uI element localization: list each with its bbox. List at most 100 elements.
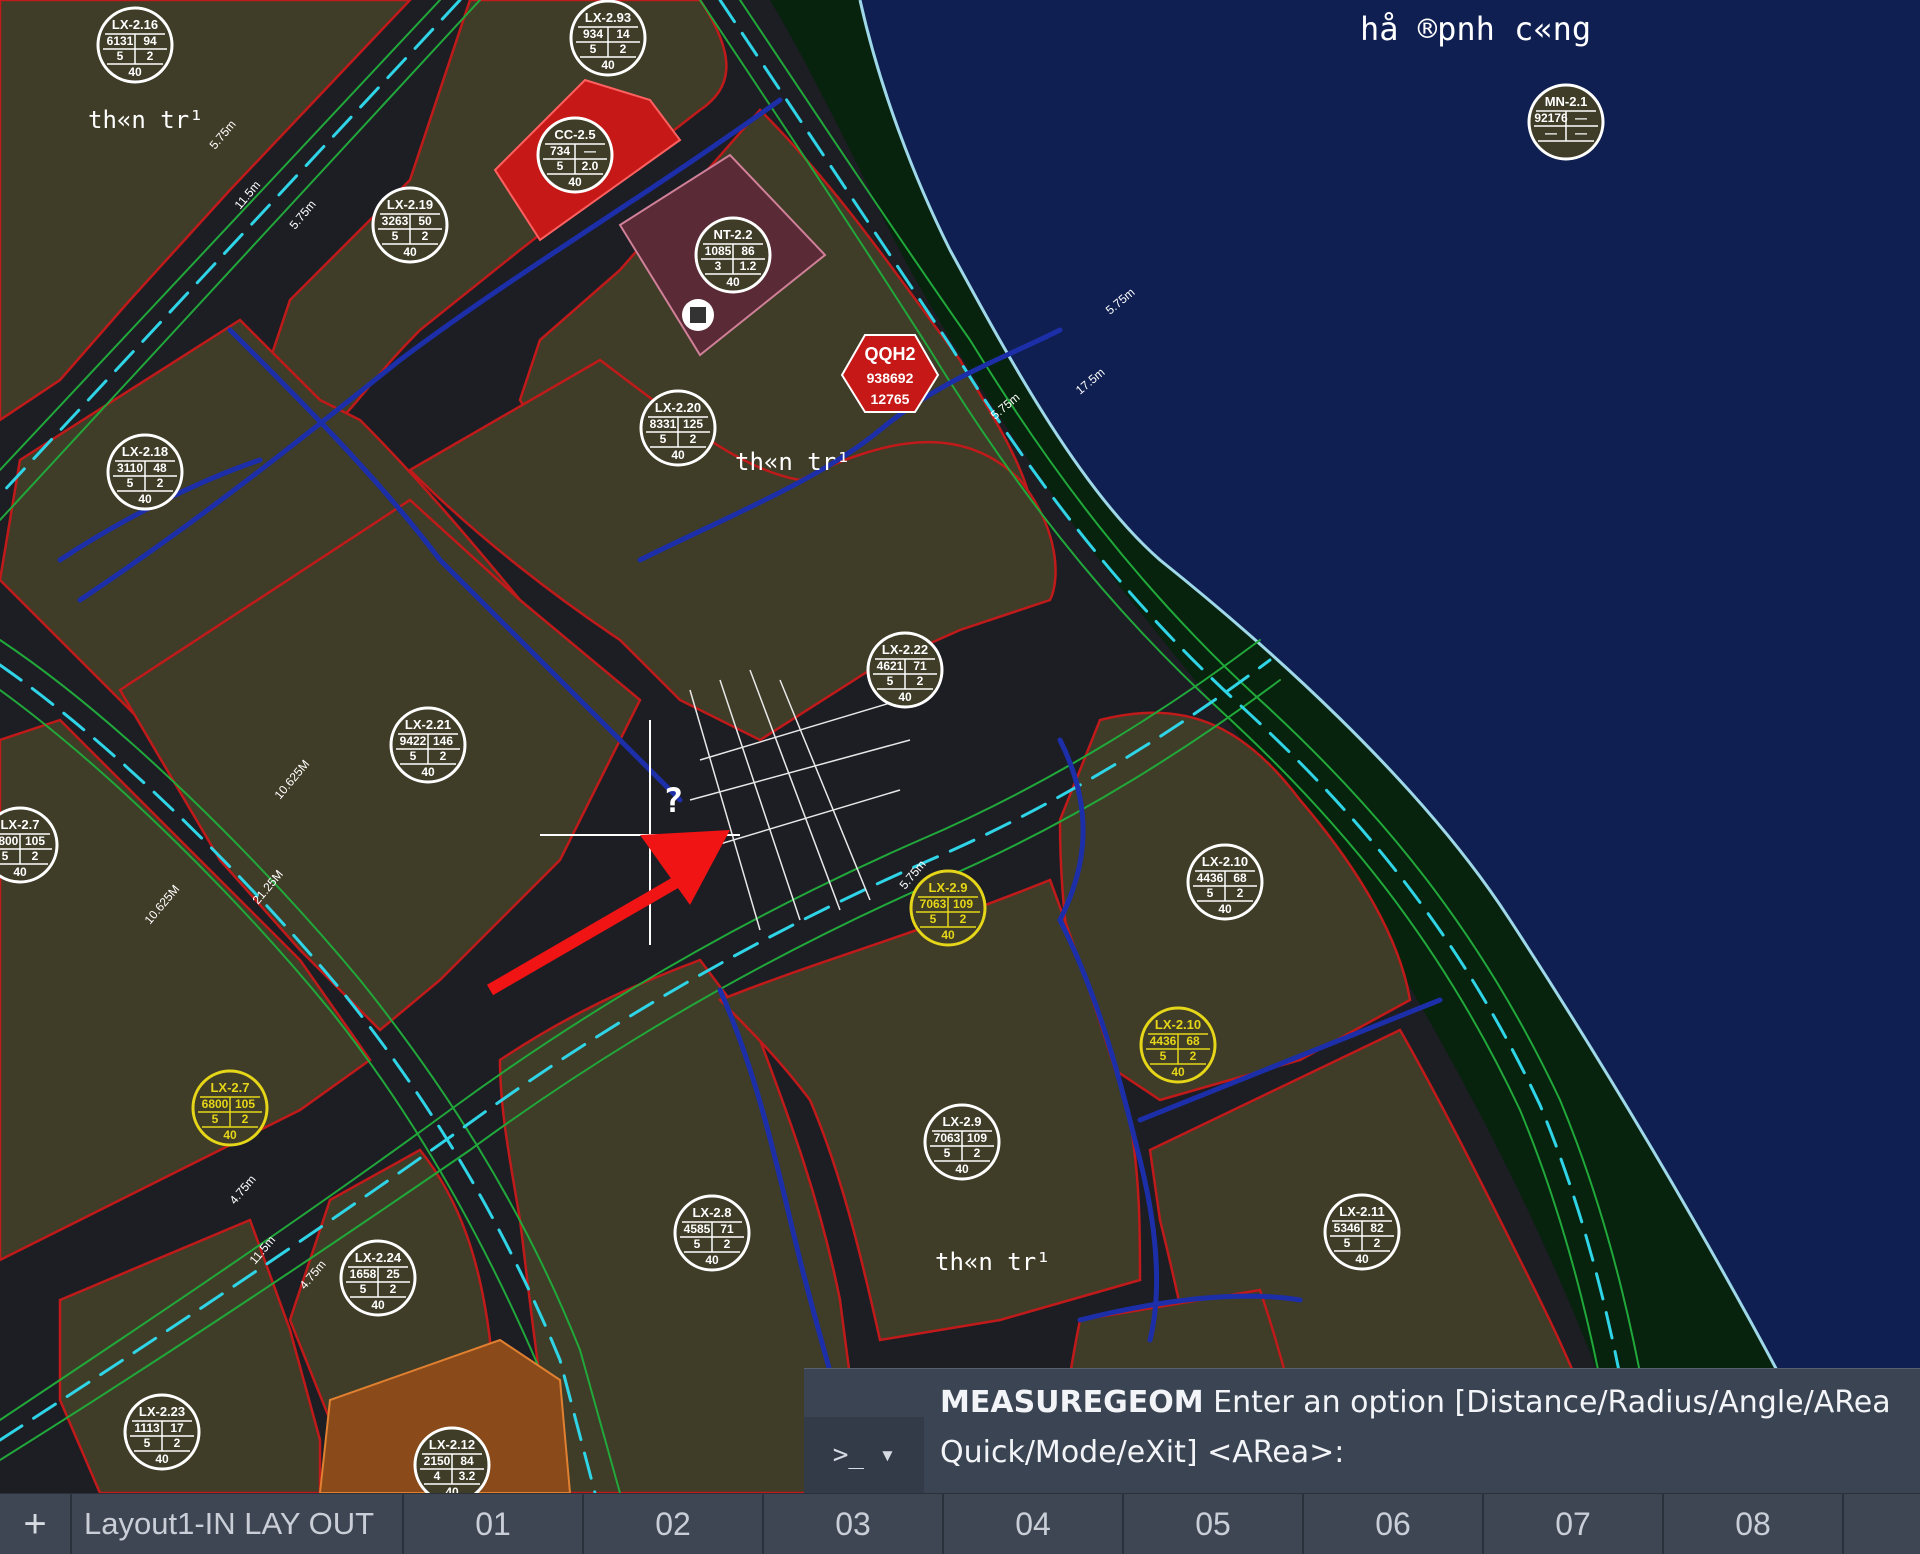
lot-tag-count: 105 [25,834,45,848]
lot-tag-ratio: 2 [440,749,447,763]
command-line-panel[interactable]: >_ ▾ MEASUREGEOM Enter an option [Distan… [804,1368,1920,1494]
lot-tag-count: 68 [1233,871,1247,885]
lot-tag[interactable]: LX-2.22 4621 71 5 2 40 [866,631,944,709]
lot-tag[interactable]: LX-2.24 1658 25 5 2 40 [339,1239,417,1317]
lot-tag[interactable]: LX-2.9 7063 109 5 2 40 [909,869,987,947]
lot-tag[interactable]: LX-2.21 9422 146 5 2 40 [389,706,467,784]
lot-tag-ratio: 2 [620,42,627,56]
lot-tag-ratio: 2 [242,1112,249,1126]
lot-tag-ratio: 2 [422,229,429,243]
lot-tag-ratio: 2 [1190,1049,1197,1063]
command-name: MEASUREGEOM [940,1385,1204,1420]
lot-tag[interactable]: LX-2.19 3263 50 5 2 40 [371,186,449,264]
lot-tag-density: 40 [138,492,152,506]
lot-tag-floors: 5 [392,229,399,243]
lot-tag[interactable]: LX-2.7 6800 105 5 2 40 [0,806,59,884]
lot-tag-area: 734 [550,144,570,158]
lot-tag-density: 40 [726,275,740,289]
lot-tag-id: LX-2.18 [122,444,168,459]
lot-tag[interactable]: LX-2.16 6131 94 5 2 40 [96,6,174,84]
lot-tag-ratio: 2 [1374,1236,1381,1250]
qqh2-value-1: 938692 [867,370,914,386]
tab-02[interactable]: 02 [584,1494,764,1554]
command-options-line2: Quick/Mode/eXit] <ARea>: [940,1435,1345,1470]
lot-tag-floors: 4 [434,1469,441,1483]
lot-tag[interactable]: LX-2.20 8331 125 5 2 40 [639,389,717,467]
lot-tag-density: 40 [155,1452,169,1466]
lot-tag-count: 68 [1186,1034,1200,1048]
village-label: th«n tr¹ [935,1248,1051,1276]
lot-tag-ratio: 2 [147,49,154,63]
lot-tag-floors: 5 [1344,1236,1351,1250]
lot-tag-count: 82 [1370,1221,1384,1235]
lot-tag-floors: 5 [557,159,564,173]
lot-tag-id: LX-2.22 [882,642,928,657]
lot-tag-density: 40 [421,765,435,779]
lot-tag-id: MN-2.1 [1545,94,1588,109]
lot-tag-density: 40 [1218,902,1232,916]
lot-tag[interactable]: NT-2.2 1085 86 3 1.240 [694,216,772,294]
lot-tag-area: 4585 [684,1222,711,1236]
lot-tag-count: 146 [433,734,453,748]
lot-tag-ratio: 2 [974,1146,981,1160]
lot-tag[interactable]: LX-2.7 6800 105 5 2 40 [191,1069,269,1147]
lot-tag-id: LX-2.8 [692,1205,731,1220]
tab-layout1[interactable]: Layout1-IN LAY OUT [72,1494,404,1554]
lot-tag-ratio: 3.2 [459,1469,476,1483]
lot-tag[interactable]: LX-2.23 1113 17 5 2 40 [123,1393,201,1471]
lot-tag-area: 1113 [134,1421,160,1435]
lot-tag-density: 40 [898,690,912,704]
top-right-label: hå ®pnh c«ng [1360,10,1591,48]
lot-tag-density: 40 [223,1128,237,1142]
tab-05[interactable]: 05 [1124,1494,1304,1554]
lot-tag-floors: 5 [887,674,894,688]
lot-tag[interactable]: LX-2.93 934 14 5 2 40 [569,0,647,77]
lot-tag-count: 50 [418,214,432,228]
command-history-line: MEASUREGEOM Enter an option [Distance/Ra… [940,1385,1891,1420]
lot-tag-id: LX-2.16 [112,17,158,32]
lot-tag-ratio: 2 [724,1237,731,1251]
lot-tag-id: LX-2.9 [942,1114,981,1129]
tab-04[interactable]: 04 [944,1494,1124,1554]
lot-tag-area: 7063 [920,897,947,911]
lot-tag-floors: 3 [715,259,722,273]
lot-tag[interactable]: LX-2.11 5346 82 5 2 40 [1323,1193,1401,1271]
tab-07[interactable]: 07 [1484,1494,1664,1554]
lot-tag-density: 40 [13,865,27,879]
tab-01[interactable]: 01 [404,1494,584,1554]
lot-tag-id: LX-2.12 [429,1437,475,1452]
lot-tag-ratio: 1.2 [740,259,757,273]
lot-tag-count: 71 [913,659,927,673]
lot-tag[interactable]: LX-2.8 4585 71 5 2 40 [673,1194,751,1272]
lot-tag-count: 17 [170,1421,184,1435]
lot-tag-density: 40 [445,1485,459,1493]
lot-tag[interactable]: LX-2.9 7063 109 5 2 40 [923,1103,1001,1181]
lot-tag[interactable]: LX-2.12 2150 84 4 3.240 [413,1426,491,1493]
tab-03[interactable]: 03 [764,1494,944,1554]
tab-08[interactable]: 08 [1664,1494,1844,1554]
lot-tag-density: 40 [1355,1252,1369,1266]
lot-tag-density: 40 [403,245,417,259]
lot-tag-count: 84 [460,1454,474,1468]
lot-tag-area: 6800 [202,1097,229,1111]
lot-tag-id: LX-2.93 [585,10,631,25]
lot-tag-area: 4436 [1150,1034,1177,1048]
tab-06[interactable]: 06 [1304,1494,1484,1554]
lot-tag-count: 105 [235,1097,255,1111]
lot-tag[interactable]: MN-2.192176 —— — [1527,83,1605,161]
lot-tag-area: 6131 [107,34,134,48]
lot-tag[interactable]: LX-2.18 3110 48 5 2 40 [106,433,184,511]
add-layout-button[interactable]: + [0,1494,72,1554]
lot-tag-id: LX-2.21 [405,717,451,732]
lot-tag[interactable]: LX-2.10 4436 68 5 2 40 [1186,843,1264,921]
lot-tag[interactable]: CC-2.5 734 — 5 2.040 [536,116,614,194]
lot-tag[interactable]: LX-2.10 4436 68 5 2 40 [1139,1006,1217,1084]
lot-tag-floors: 5 [117,49,124,63]
lot-tag-area: 3263 [382,214,409,228]
command-prompt-icon[interactable]: >_ ▾ [804,1417,924,1494]
lot-tag-floors: 5 [930,912,937,926]
lot-tag-count: 94 [143,34,157,48]
cad-drawing[interactable]: ? hå ®pnh c«ng th«n tr¹ th«n tr¹ th«n tr… [0,0,1920,1493]
lot-tag-floors: 5 [694,1237,701,1251]
drawing-canvas[interactable]: ? hå ®pnh c«ng th«n tr¹ th«n tr¹ th«n tr… [0,0,1920,1493]
